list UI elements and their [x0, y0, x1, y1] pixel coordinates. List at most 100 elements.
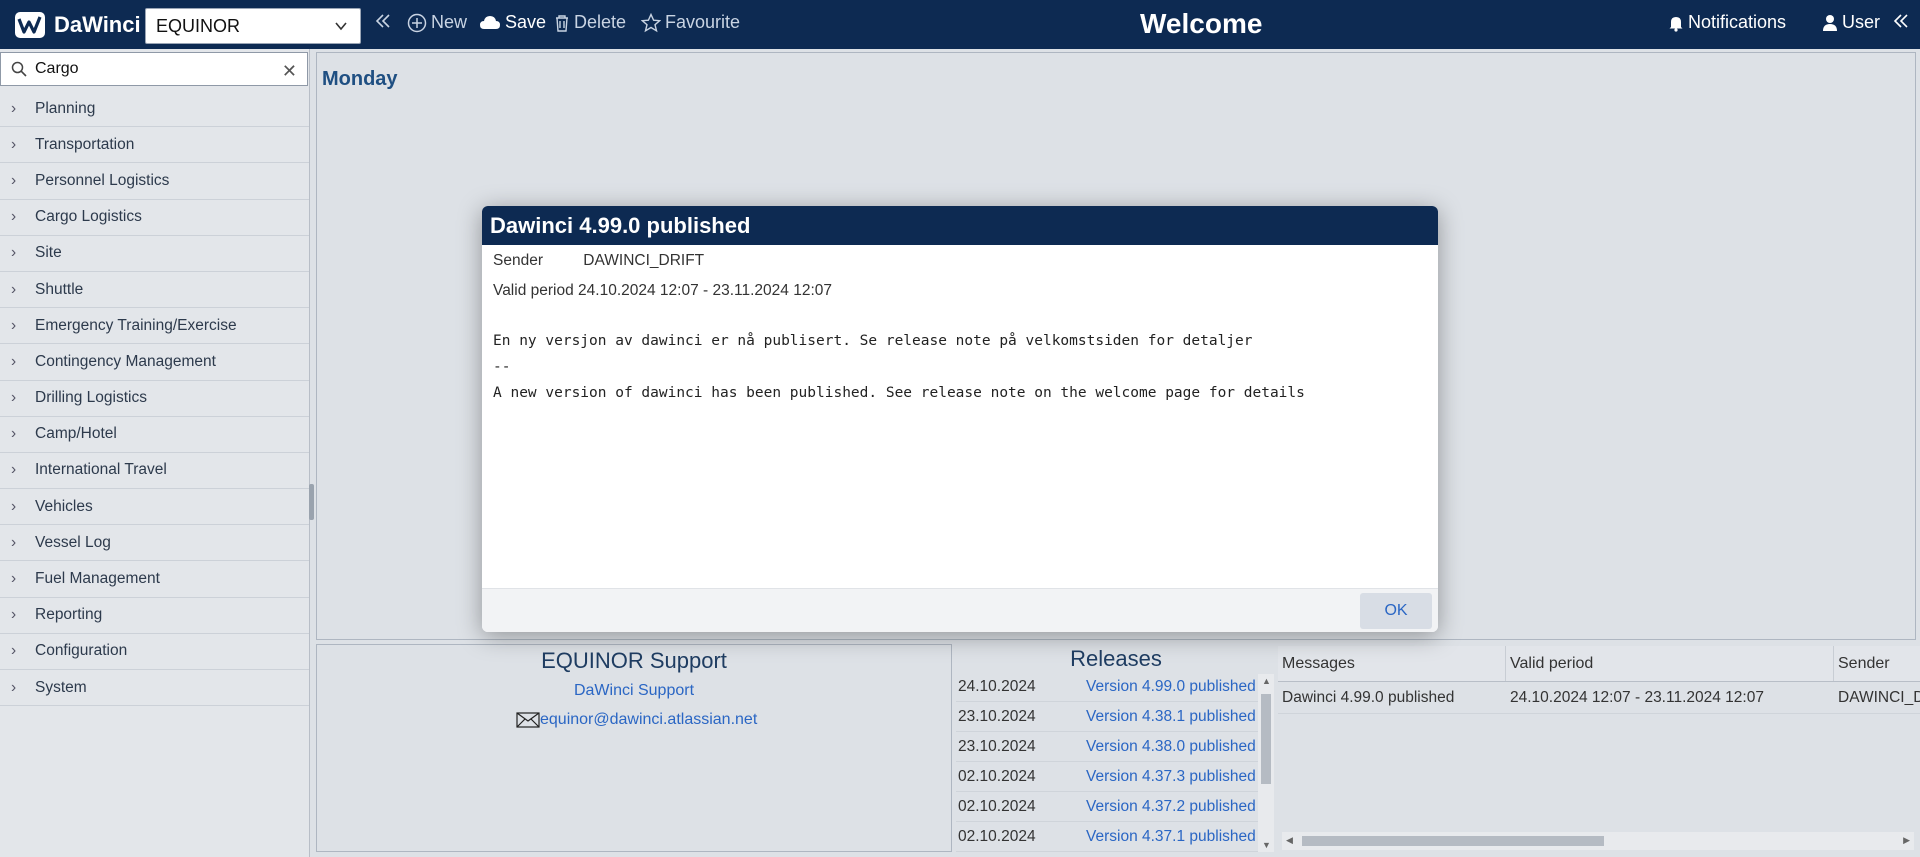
sender-label: Sender [493, 252, 543, 269]
sidebar-item-cargo-logistics[interactable]: › Cargo Logistics [0, 200, 309, 236]
sidebar-item-label: Shuttle [35, 280, 84, 298]
message-dialog: Dawinci 4.99.0 published Sender DAWINCI_… [482, 206, 1438, 632]
sidebar-item-personnel-logistics[interactable]: › Personnel Logistics [0, 163, 309, 200]
release-link[interactable]: Version 4.38.0 published [1086, 738, 1258, 756]
chevron-right-icon: › [11, 244, 17, 262]
sidebar-item-vessel-log[interactable]: › Vessel Log [0, 525, 309, 562]
cloud-save-icon [480, 15, 500, 29]
sidebar-item-label: Site [35, 244, 62, 262]
sidebar-item-site[interactable]: › Site [0, 236, 309, 272]
sidebar-item-camp-hotel[interactable]: › Camp/Hotel [0, 417, 309, 453]
release-row: 23.10.2024 Version 4.38.1 published [956, 702, 1258, 732]
table-row[interactable]: Dawinci 4.99.0 published 24.10.2024 12:0… [1278, 682, 1920, 714]
sidebar-item-label: Planning [35, 99, 96, 117]
sidebar-item-label: Emergency Training/Exercise [35, 316, 237, 334]
trash-icon [556, 14, 568, 32]
scrollbar-thumb[interactable] [1302, 836, 1604, 846]
search-icon [11, 61, 27, 77]
sidebar-item-shuttle[interactable]: › Shuttle [0, 272, 309, 309]
support-panel [316, 644, 952, 852]
delete-button[interactable]: Delete [554, 12, 626, 33]
valid-period-cell: 24.10.2024 12:07 - 23.11.2024 12:07 [1510, 689, 1764, 706]
chevron-right-icon: › [11, 570, 17, 588]
support-link[interactable]: DaWinci Support [316, 682, 952, 700]
menu-search-input[interactable] [35, 60, 265, 78]
releases-scrollbar[interactable]: ▲ ▼ [1258, 674, 1274, 852]
clear-search-icon[interactable]: ✕ [282, 61, 297, 82]
sidebar-item-label: Drilling Logistics [35, 389, 147, 407]
messages-table: Messages Valid period Sender Dawinci 4.9… [1278, 644, 1920, 857]
menu-search-box[interactable]: ✕ [0, 52, 308, 86]
message-line-english: A new version of dawinci has been publis… [493, 385, 1305, 401]
chevron-right-icon: › [11, 208, 17, 226]
release-date: 02.10.2024 [958, 767, 1036, 785]
scroll-right-icon[interactable]: ▶ [1903, 835, 1910, 846]
message-cell: Dawinci 4.99.0 published [1282, 689, 1455, 706]
save-button[interactable]: Save [479, 12, 546, 33]
chevron-right-icon: › [11, 280, 17, 298]
release-date: 23.10.2024 [958, 707, 1036, 725]
sidebar-item-system[interactable]: › System [0, 670, 309, 707]
support-link-text: DaWinci Support [573, 682, 695, 699]
double-chevron-left-icon [1893, 14, 1908, 28]
collapse-right-panel-button[interactable] [1892, 12, 1914, 30]
notifications-label: Notifications [1688, 12, 1787, 32]
scroll-up-icon[interactable]: ▲ [1262, 676, 1271, 686]
scroll-left-icon[interactable]: ◀ [1286, 835, 1293, 846]
favourite-button[interactable]: Favourite [641, 12, 740, 33]
sidebar-item-reporting[interactable]: › Reporting [0, 598, 309, 634]
sidebar-item-fuel-management[interactable]: › Fuel Management [0, 561, 309, 598]
column-header-sender[interactable]: Sender [1834, 646, 1920, 681]
sidebar-item-planning[interactable]: › Planning [0, 91, 309, 128]
column-header-messages[interactable]: Messages [1278, 646, 1506, 681]
sidebar-item-label: Personnel Logistics [35, 171, 170, 189]
sidebar: ✕ › Planning › Transportation › Personnel L… [0, 49, 314, 857]
release-row: 23.10.2024 Version 4.38.0 published [956, 732, 1258, 762]
column-header-valid-period[interactable]: Valid period [1506, 646, 1834, 681]
sidebar-item-label: Camp/Hotel [35, 425, 117, 443]
scroll-down-icon[interactable]: ▼ [1262, 840, 1271, 850]
release-date: 02.10.2024 [958, 827, 1036, 845]
valid-period-label: Valid period [493, 282, 574, 299]
company-select[interactable]: EQUINOR [145, 8, 361, 44]
chevron-right-icon: › [11, 606, 17, 624]
release-link[interactable]: Version 4.37.1 published [1086, 828, 1258, 846]
releases-list: 24.10.2024 Version 4.99.0 published 23.10… [956, 672, 1258, 852]
sidebar-item-label: System [35, 678, 87, 696]
favourite-button-label: Favourite [665, 12, 741, 32]
release-row: 02.10.2024 Version 4.37.1 published [956, 822, 1258, 852]
support-email-link[interactable]: equinor@dawinci.atlassian.net [516, 711, 757, 729]
sender-value: DAWINCI_DRIFT [583, 252, 705, 269]
sidebar-item-configuration[interactable]: › Configuration [0, 634, 309, 670]
sidebar-item-label: Vehicles [35, 497, 93, 515]
sidebar-item-vehicles[interactable]: › Vehicles [0, 489, 309, 526]
sidebar-item-emergency-training[interactable]: › Emergency Training/Exercise [0, 308, 309, 345]
notifications-button[interactable]: Notifications [1668, 12, 1786, 33]
user-menu-button[interactable]: User [1822, 12, 1880, 33]
sidebar-item-label: Transportation [35, 135, 135, 153]
chevron-right-icon: › [11, 316, 17, 334]
company-select-value: EQUINOR [156, 15, 241, 36]
chevron-right-icon: › [11, 533, 17, 551]
release-date: 02.10.2024 [958, 797, 1036, 815]
sidebar-item-international-travel[interactable]: › International Travel [0, 453, 309, 490]
messages-horizontal-scrollbar[interactable]: ◀ ▶ [1282, 832, 1914, 850]
release-link[interactable]: Version 4.99.0 published [1086, 678, 1258, 696]
sidebar-item-transportation[interactable]: › Transportation [0, 127, 309, 164]
ok-button[interactable]: OK [1360, 593, 1432, 629]
chevron-right-icon: › [11, 425, 17, 443]
collapse-sidebar-button[interactable] [374, 12, 396, 30]
scrollbar-thumb[interactable] [1261, 694, 1271, 784]
sidebar-item-contingency-management[interactable]: › Contingency Management [0, 344, 309, 381]
dialog-valid-period: Valid period 24.10.2024 12:07 - 23.11.20… [493, 282, 832, 300]
sidebar-item-label: Reporting [35, 606, 103, 624]
sidebar-item-label: International Travel [35, 461, 167, 479]
app-logo[interactable]: DaWinci [14, 11, 141, 39]
sidebar-resize-handle[interactable] [309, 484, 314, 520]
sidebar-item-drilling-logistics[interactable]: › Drilling Logistics [0, 381, 309, 417]
release-link[interactable]: Version 4.38.1 published [1086, 708, 1258, 726]
release-link[interactable]: Version 4.37.3 published [1086, 768, 1258, 786]
release-link[interactable]: Version 4.37.2 published [1086, 798, 1258, 816]
releases-title: Releases [1070, 646, 1162, 671]
new-button[interactable]: New [407, 12, 467, 33]
